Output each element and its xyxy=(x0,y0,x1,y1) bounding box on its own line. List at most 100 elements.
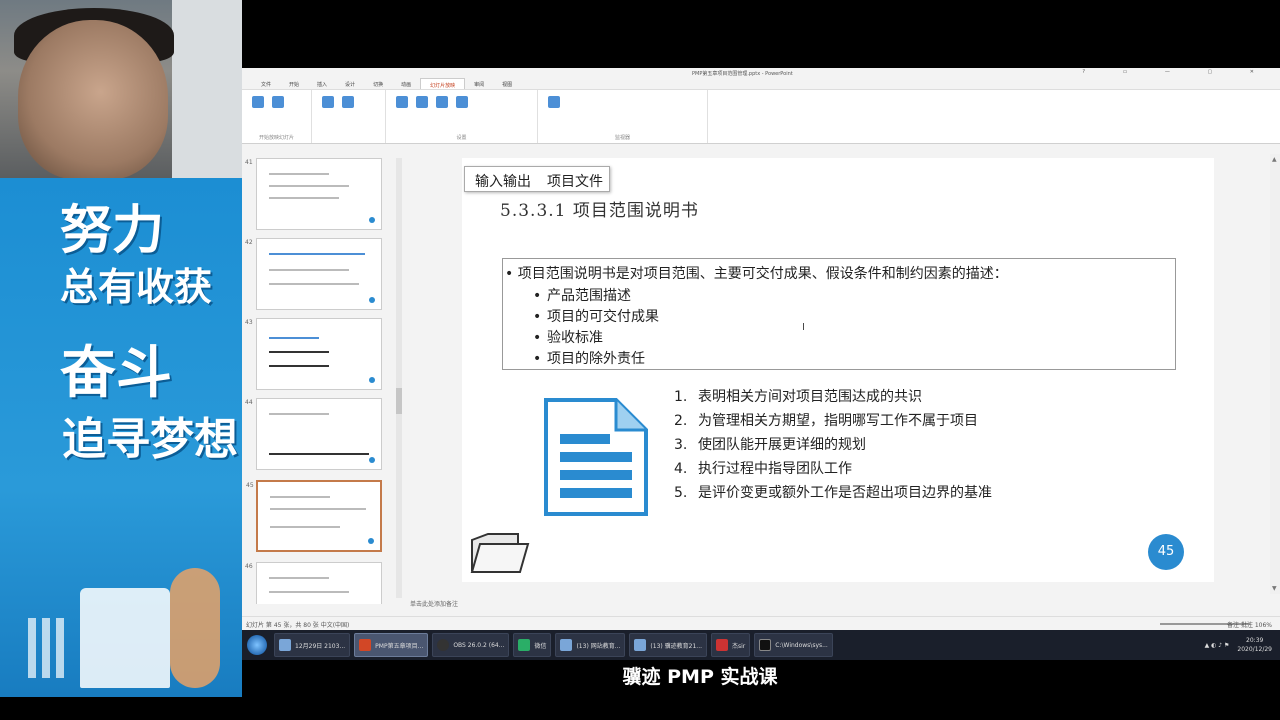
poster-word-1: 努力 xyxy=(60,200,165,261)
thumbnail-number: 43 xyxy=(245,319,253,326)
tab-transitions[interactable]: 切换 xyxy=(364,78,392,89)
tab-file[interactable]: 文件 xyxy=(252,78,280,89)
slide-tab-project-docs: 项目文件 xyxy=(547,174,603,190)
taskbar-item[interactable]: 12月29日 2103... xyxy=(274,633,351,657)
purpose-list: 1. 表明相关方间对项目范围达成的共识 2. 为管理相关方期望，指明哪写工作不属于项… xyxy=(674,386,992,506)
ribbon-tabs: 文件 开始 插入 设计 切换 动画 幻灯片放映 审阅 视图 xyxy=(242,78,1280,90)
motivation-poster: 努力 总有收获 奋斗 追寻梦想 xyxy=(0,178,242,697)
window-title: PMP第五章项目范围管理.pptx - PowerPoint xyxy=(692,71,793,77)
slide-title: 5.3.3.1 项目范围说明书 xyxy=(500,201,699,221)
windows-taskbar: 12月29日 2103... PMP第五章项目... OBS 26.0.2 (6… xyxy=(242,630,1280,660)
hide-slide-icon[interactable] xyxy=(416,96,428,108)
ribbon-group-start: 开始放映幻灯片 xyxy=(242,90,312,143)
list-item: 2. 为管理相关方期望，指明哪写工作不属于项目 xyxy=(674,413,978,429)
document-icon xyxy=(544,398,648,516)
slide-header-tabs: 输入输出 项目文件 xyxy=(464,166,610,192)
list-item: 3. 使团队能开展更详细的规划 xyxy=(674,437,866,453)
ribbon: 开始放映幻灯片 设置 监视器 xyxy=(242,90,1280,144)
slide-thumbnail[interactable]: 44 xyxy=(245,398,382,470)
start-button[interactable] xyxy=(242,630,272,660)
definition-box: • 项目范围说明书是对项目范围、主要可交付成果、假设条件和制约因素的描述： 产品… xyxy=(502,258,1176,370)
slide-scrollbar[interactable]: ▲ ▼ xyxy=(1270,154,1280,594)
tab-slideshow[interactable]: 幻灯片放映 xyxy=(420,78,466,89)
list-item: 项目的可交付成果 xyxy=(533,306,659,327)
tab-review[interactable]: 审阅 xyxy=(465,78,493,89)
browser-icon xyxy=(560,639,573,651)
text-cursor-icon: I xyxy=(802,322,805,333)
ribbon-group-setup: 设置 xyxy=(386,90,538,143)
windows-logo-icon xyxy=(247,635,267,655)
group-label-monitors: 监视器 xyxy=(614,135,630,141)
page-number-badge: 45 xyxy=(1148,534,1184,570)
component-list: 产品范围描述 项目的可交付成果 验收标准 项目的除外责任 xyxy=(533,285,659,369)
window-titlebar: PMP第五章项目范围管理.pptx - PowerPoint ? ▭ — ▢ ✕ xyxy=(242,68,1280,78)
browser-icon xyxy=(634,639,647,651)
custom-show-icon[interactable] xyxy=(342,96,354,108)
scroll-down-icon[interactable]: ▼ xyxy=(1272,585,1277,592)
list-item: 项目的除外责任 xyxy=(533,348,659,369)
list-item: 产品范围描述 xyxy=(533,285,659,306)
powerpoint-icon xyxy=(359,639,372,651)
status-zoom[interactable]: 备注 批注 106% xyxy=(1227,620,1272,629)
rehearse-icon[interactable] xyxy=(436,96,448,108)
poster-word-2: 总有收获 xyxy=(60,264,213,309)
thumbnail-number: 44 xyxy=(245,399,253,406)
slide-thumbnail[interactable]: 42 xyxy=(245,238,382,310)
list-item: 5. 是评价变更或额外工作是否超出项目边界的基准 xyxy=(674,485,992,501)
poster-word-4: 追寻梦想 xyxy=(62,414,238,465)
tab-home[interactable]: 开始 xyxy=(280,78,308,89)
present-online-icon[interactable] xyxy=(322,96,334,108)
tab-design[interactable]: 设计 xyxy=(336,78,364,89)
group-label-setup: 设置 xyxy=(456,135,467,141)
tab-insert[interactable]: 插入 xyxy=(308,78,336,89)
taskbar-item[interactable]: OBS 26.0.2 (64... xyxy=(432,633,510,657)
clock[interactable]: 20:39 2020/12/29 xyxy=(1237,636,1272,654)
cmd-icon xyxy=(759,639,772,651)
slide-thumbnail[interactable]: 43 xyxy=(245,318,382,390)
webcam-feed xyxy=(0,0,242,180)
app-icon xyxy=(279,639,291,651)
poster-word-3: 奋斗 xyxy=(60,340,172,406)
definition-text: • 项目范围说明书是对项目范围、主要可交付成果、假设条件和制约因素的描述： xyxy=(505,266,1008,282)
setup-show-icon[interactable] xyxy=(396,96,408,108)
left-panel: 努力 总有收获 奋斗 追寻梦想 xyxy=(0,0,242,697)
slide-tab-io: 输入输出 xyxy=(475,174,531,190)
tray-icons[interactable]: ▲ ◐ ♪ ⚑ xyxy=(1205,642,1230,649)
taskbar-item[interactable]: C:\Windows\sys... xyxy=(754,633,833,657)
monitor-icon[interactable] xyxy=(548,96,560,108)
taskbar-item-powerpoint[interactable]: PMP第五章项目... xyxy=(354,633,429,657)
record-icon[interactable] xyxy=(456,96,468,108)
notes-pane[interactable]: 单击此处添加备注 xyxy=(402,596,1272,610)
slide-thumbnail-selected[interactable]: 45 xyxy=(246,480,382,552)
tab-animations[interactable]: 动画 xyxy=(392,78,420,89)
list-item: 4. 执行过程中指导团队工作 xyxy=(674,461,852,477)
app-icon xyxy=(716,639,729,651)
tab-view[interactable]: 视图 xyxy=(493,78,521,89)
from-beginning-icon[interactable] xyxy=(252,96,264,108)
window-controls[interactable]: ? ▭ — ▢ ✕ xyxy=(1082,69,1272,75)
thumbnail-number: 45 xyxy=(246,482,254,489)
taskbar-item[interactable]: (13) 骥迹教育21... xyxy=(629,633,708,657)
wechat-icon xyxy=(518,639,531,651)
obs-icon xyxy=(437,639,450,651)
ribbon-group-monitors: 监视器 xyxy=(538,90,708,143)
taskbar-item[interactable]: (13) 网站教育... xyxy=(555,633,626,657)
from-current-icon[interactable] xyxy=(272,96,284,108)
folder-icon xyxy=(470,533,530,573)
list-item: 1. 表明相关方间对项目范围达成的共识 xyxy=(674,389,922,405)
slide-canvas[interactable]: 输入输出 项目文件 5.3.3.1 项目范围说明书 • 项目范围说明书是对项目范… xyxy=(462,158,1214,582)
powerpoint-window: PMP第五章项目范围管理.pptx - PowerPoint ? ▭ — ▢ ✕… xyxy=(242,68,1280,630)
scroll-up-icon[interactable]: ▲ xyxy=(1272,156,1277,163)
video-caption: 骥迹 PMP 实战课 xyxy=(622,666,778,688)
ribbon-group-present xyxy=(312,90,386,143)
status-bar: 幻灯片 第 45 张，共 80 张 中文(中国) 备注 批注 106% xyxy=(242,616,1280,630)
taskbar-item[interactable]: 微信 xyxy=(513,633,552,657)
thumbnail-scrollbar[interactable] xyxy=(396,158,402,598)
thumbnail-number: 41 xyxy=(245,159,253,166)
slide-thumbnail[interactable]: 46 xyxy=(245,562,382,604)
slide-thumbnail[interactable]: 41 xyxy=(245,158,382,230)
group-label-start: 开始放映幻灯片 xyxy=(258,135,294,141)
list-item: 验收标准 xyxy=(533,327,659,348)
taskbar-item[interactable]: 杰sir xyxy=(711,633,751,657)
status-slide-info: 幻灯片 第 45 张，共 80 张 中文(中国) xyxy=(246,622,350,629)
